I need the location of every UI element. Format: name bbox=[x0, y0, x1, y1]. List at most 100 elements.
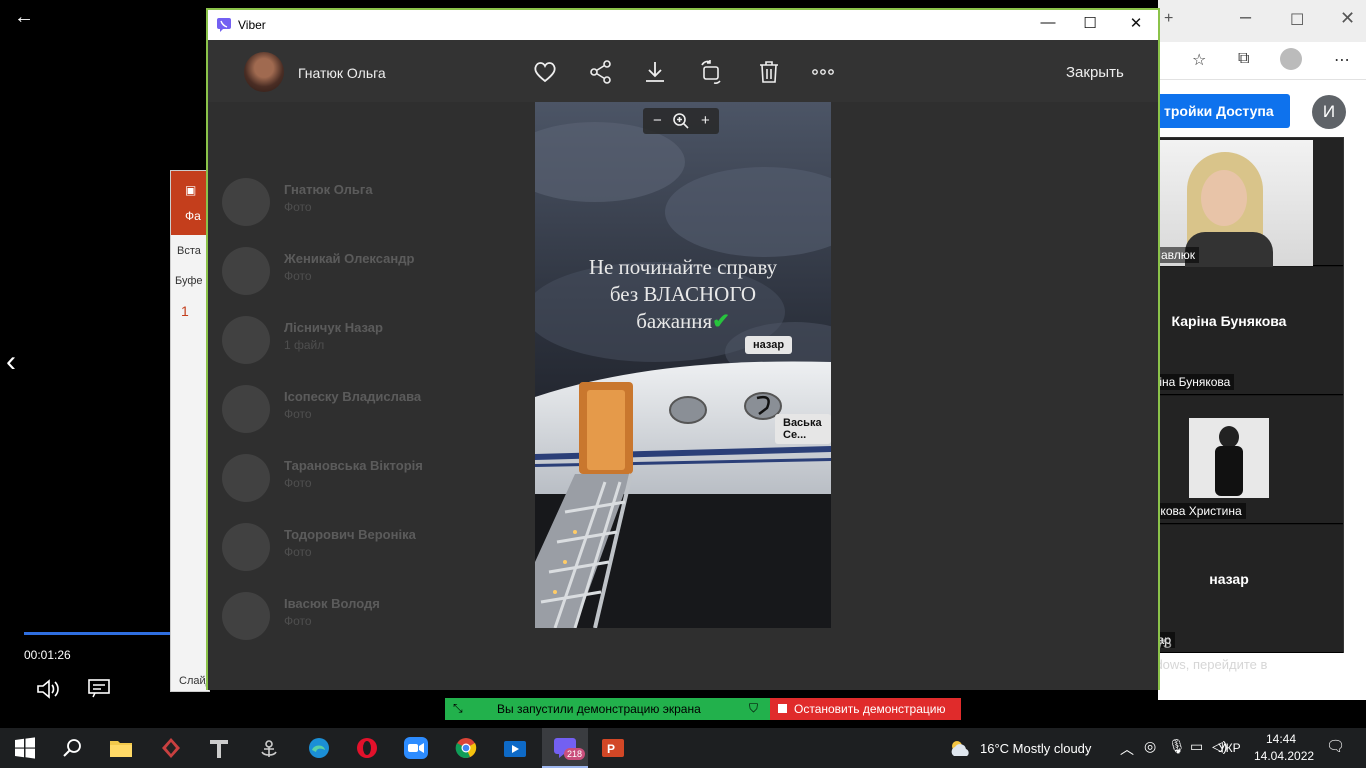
chat-list-item[interactable]: Женикай Олександр Фото bbox=[222, 247, 512, 316]
chat-name: Тарановська Вікторія bbox=[284, 458, 423, 473]
volume-icon[interactable] bbox=[36, 678, 60, 700]
minimize-icon[interactable]: — bbox=[1036, 14, 1060, 36]
previous-chevron-icon[interactable]: ‹ bbox=[6, 345, 16, 379]
viber-logo-icon bbox=[217, 18, 231, 32]
more-options-icon[interactable] bbox=[810, 59, 836, 85]
network-icon[interactable]: ▭ bbox=[1190, 738, 1203, 755]
share-icon[interactable] bbox=[588, 59, 614, 85]
ppt-paste-label[interactable]: Вста bbox=[177, 245, 209, 257]
clock-time[interactable]: 14:44 bbox=[1266, 732, 1296, 746]
ppt-ribbon-header: ▣ Фа bbox=[171, 171, 209, 235]
zoom-app-icon[interactable] bbox=[403, 736, 429, 760]
maximize-icon[interactable]: ☐ bbox=[1078, 14, 1102, 36]
chat-preview: Фото bbox=[284, 614, 312, 628]
chat-name: Тодорович Вероніка bbox=[284, 527, 416, 542]
stop-icon bbox=[778, 704, 787, 713]
edge-browser-icon[interactable] bbox=[306, 736, 332, 760]
close-viewer-button[interactable]: Закрыть bbox=[1066, 64, 1124, 81]
access-settings-button[interactable]: тройки Доступа bbox=[1150, 94, 1290, 128]
more-icon[interactable]: ⋯ bbox=[1334, 50, 1350, 70]
chat-list-item[interactable]: Лісничук Назар 1 файл bbox=[222, 316, 512, 385]
weather-cloudy-icon[interactable] bbox=[948, 738, 972, 758]
contact-avatar[interactable] bbox=[244, 52, 284, 92]
windows-start-icon[interactable] bbox=[12, 736, 38, 760]
file-explorer-icon[interactable] bbox=[108, 736, 134, 760]
chat-list-background: Гнатюк Ольга Фото Женикай Олександр Фото Л… bbox=[208, 102, 508, 640]
svg-text:P: P bbox=[607, 742, 615, 756]
microphone-icon[interactable]: 🎙 bbox=[1168, 738, 1186, 755]
close-icon[interactable]: ✕ bbox=[1340, 8, 1355, 29]
browser-toolbar: ☆ ⧉ ⋯ bbox=[1158, 42, 1366, 80]
stop-share-button[interactable]: Остановить демонстрацию bbox=[770, 698, 961, 720]
chat-list-item[interactable]: Івасюк Володя Фото bbox=[222, 592, 512, 661]
opera-browser-icon[interactable] bbox=[354, 736, 380, 760]
ppt-clipboard-label: Буфе bbox=[175, 275, 203, 287]
search-icon[interactable] bbox=[60, 736, 86, 760]
chat-avatar bbox=[222, 247, 270, 295]
chrome-browser-icon[interactable] bbox=[453, 736, 479, 760]
viber-taskbar-button[interactable]: 218 bbox=[542, 728, 588, 768]
clock-date[interactable]: 14.04.2022 bbox=[1254, 749, 1314, 763]
zoom-out-button[interactable]: − bbox=[653, 112, 662, 129]
chat-preview: Фото bbox=[284, 407, 312, 421]
weather-text[interactable]: 16°C Mostly cloudy bbox=[980, 741, 1091, 756]
media-viewer-header: Гнатюк Ольга Закрыть bbox=[208, 40, 1158, 102]
handle-icon[interactable]: ⤡ bbox=[453, 701, 463, 716]
profile-icon[interactable] bbox=[1280, 48, 1302, 70]
windows-taskbar: 218 P 16°C Mostly cloudy ︿ ◎ 🎙 ▭ ◁) УКР … bbox=[0, 728, 1366, 768]
annotation-label: Васька Се... bbox=[775, 414, 831, 444]
ppt-slide-number[interactable]: 1 bbox=[181, 303, 209, 319]
viewed-photo[interactable]: − + Не починайте справу без ВЛАСНОГО баж… bbox=[535, 102, 831, 628]
game-launcher-icon[interactable] bbox=[158, 736, 184, 760]
chat-avatar bbox=[222, 178, 270, 226]
back-arrow-icon[interactable]: ← bbox=[14, 6, 34, 29]
user-avatar[interactable]: И bbox=[1312, 95, 1346, 129]
download-icon[interactable] bbox=[642, 59, 668, 85]
video-progress-bar[interactable] bbox=[24, 632, 174, 635]
chat-name: Женикай Олександр bbox=[284, 251, 415, 266]
photo-quote: Не починайте справу без ВЛАСНОГО бажання… bbox=[535, 254, 831, 335]
powerpoint-window-peek[interactable]: ▣ Фа Вста Буфе 1 Слайд bbox=[170, 170, 210, 692]
chat-preview: Фото bbox=[284, 269, 312, 283]
zoom-in-button[interactable]: + bbox=[701, 112, 710, 129]
contact-name[interactable]: Гнатюк Ольга bbox=[298, 65, 386, 81]
close-icon[interactable]: ✕ bbox=[1124, 14, 1148, 36]
new-tab-icon[interactable]: + bbox=[1164, 10, 1173, 28]
like-heart-icon[interactable] bbox=[532, 59, 558, 85]
quote-line-2: без ВЛАСНОГО bbox=[609, 282, 757, 306]
elapsed-time: 00:01:26 bbox=[24, 648, 71, 662]
powerpoint-icon[interactable]: P bbox=[600, 736, 626, 760]
quote-line-1: Не починайте справу bbox=[588, 255, 778, 279]
minimize-icon[interactable]: – bbox=[1240, 6, 1251, 29]
chat-list-item[interactable]: Ісопеску Владислава Фото bbox=[222, 385, 512, 454]
chat-list-item[interactable]: Гнатюк Ольга Фото bbox=[222, 178, 512, 247]
browser-tabbar: + – ☐ ✕ bbox=[1158, 0, 1366, 42]
collections-icon[interactable]: ⧉ bbox=[1238, 50, 1249, 68]
meet-now-icon[interactable]: ◎ bbox=[1144, 738, 1156, 755]
media-player-icon[interactable] bbox=[502, 736, 528, 760]
tanks-game-icon[interactable] bbox=[206, 736, 232, 760]
shield-icon: ⛉ bbox=[749, 701, 759, 715]
chat-list-item[interactable]: Тарановська Вікторія Фото bbox=[222, 454, 512, 523]
rotate-icon[interactable] bbox=[698, 59, 724, 85]
warships-game-icon[interactable] bbox=[256, 736, 282, 760]
delete-trash-icon[interactable] bbox=[756, 59, 782, 85]
media-viewer-body: Гнатюк Ольга Фото Женикай Олександр Фото Л… bbox=[208, 102, 1158, 690]
chat-preview: 1 файл bbox=[284, 338, 325, 352]
language-indicator[interactable]: УКР bbox=[1218, 741, 1241, 755]
chat-preview: Фото bbox=[284, 476, 312, 490]
magnifier-icon[interactable] bbox=[672, 112, 690, 130]
maximize-icon[interactable]: ☐ bbox=[1290, 10, 1304, 30]
captions-icon[interactable] bbox=[88, 678, 110, 698]
photo-image bbox=[535, 102, 831, 628]
chat-name: Івасюк Володя bbox=[284, 596, 380, 611]
unread-badge: 218 bbox=[564, 748, 586, 760]
chat-list-item[interactable]: Тодорович Вероніка Фото bbox=[222, 523, 512, 592]
notifications-icon[interactable]: 🗨 bbox=[1326, 737, 1345, 755]
favorite-star-icon[interactable]: ☆ bbox=[1192, 50, 1206, 70]
chat-avatar bbox=[222, 385, 270, 433]
tray-expand-icon[interactable]: ︿ bbox=[1120, 739, 1134, 759]
chat-avatar bbox=[222, 454, 270, 502]
share-status-text: Вы запустили демонстрацию экрана bbox=[497, 702, 701, 716]
participant-video bbox=[1189, 418, 1269, 498]
